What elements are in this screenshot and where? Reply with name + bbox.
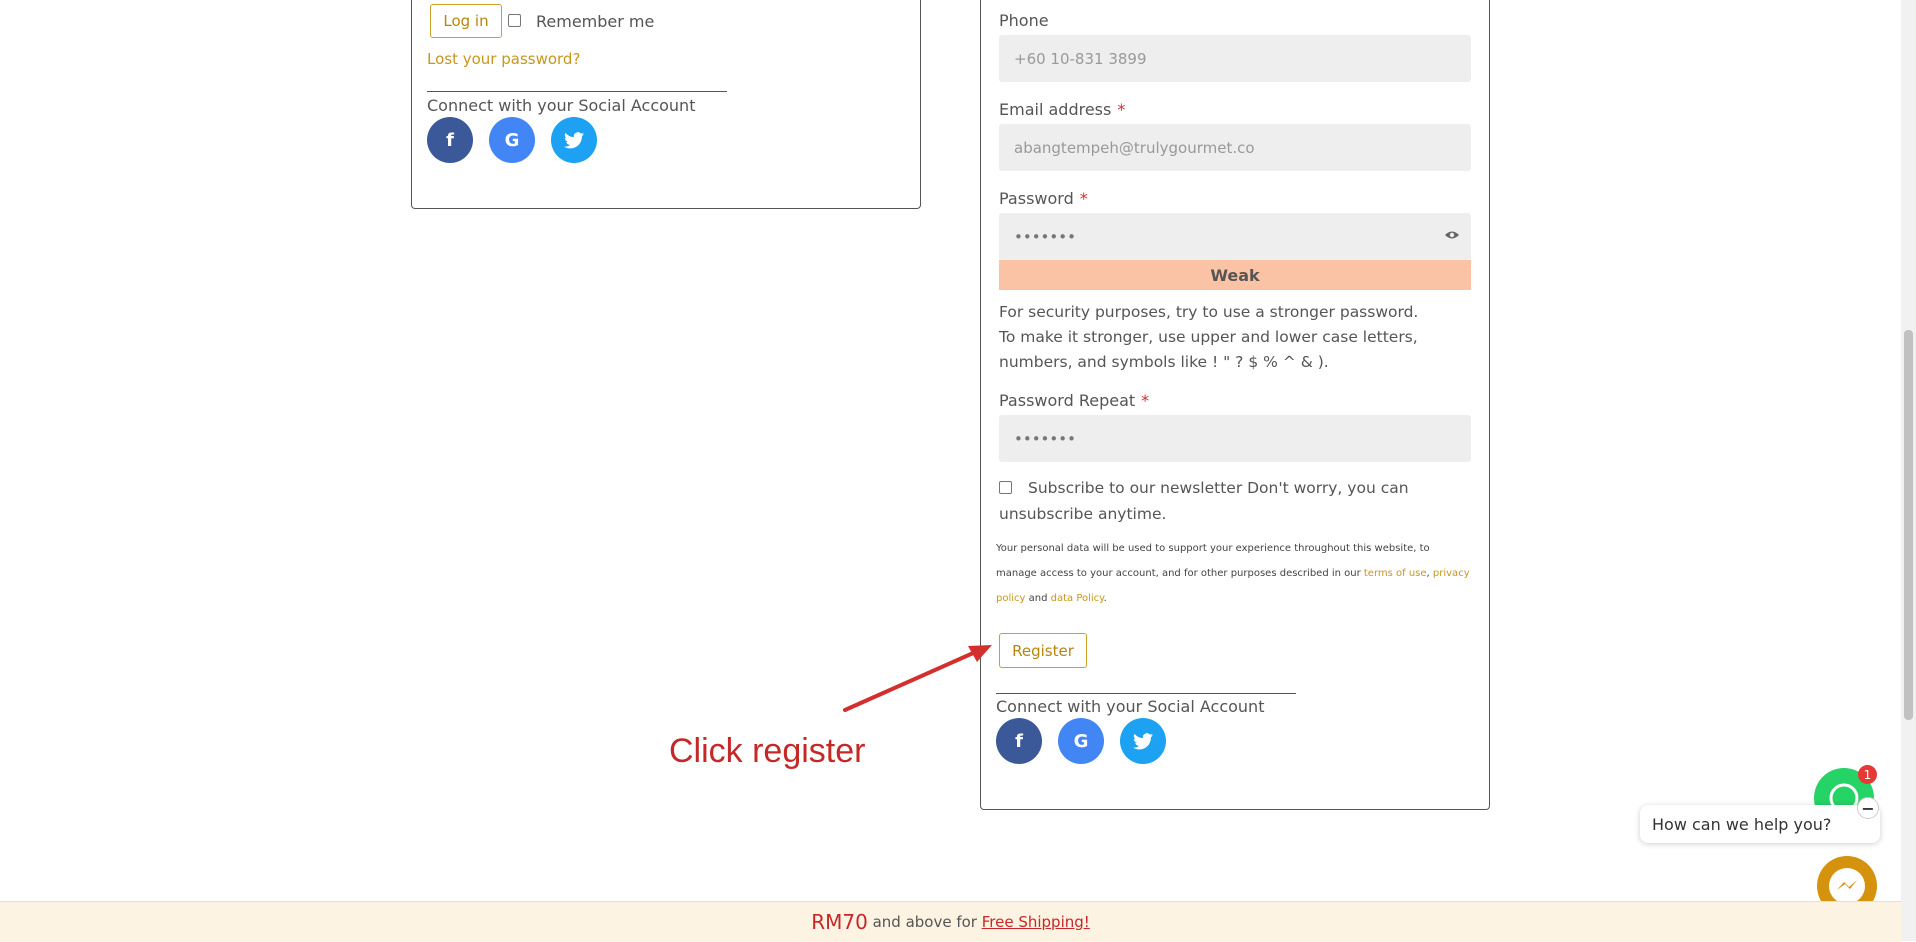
data-policy-link[interactable]: data Policy — [1051, 593, 1104, 604]
login-button[interactable]: Log in — [430, 4, 502, 38]
email-input[interactable]: abangtempeh@trulygourmet.co — [999, 124, 1471, 171]
register-button[interactable]: Register — [999, 633, 1087, 668]
google-icon: G — [1073, 730, 1089, 752]
email-label-text: Email address — [999, 100, 1112, 119]
privacy-notice: Your personal data will be used to suppo… — [996, 536, 1476, 611]
register-google-button[interactable]: G — [1058, 718, 1104, 764]
password-hint-line-3: numbers, and symbols like ! " ? $ % ^ & … — [999, 353, 1329, 371]
password-repeat-label-text: Password Repeat — [999, 391, 1136, 410]
twitter-icon — [1133, 732, 1153, 749]
register-facebook-button[interactable]: f — [996, 718, 1042, 764]
password-hint: For security purposes, try to use a stro… — [999, 300, 1418, 375]
google-icon: G — [504, 129, 520, 151]
phone-input[interactable]: +60 10-831 3899 — [999, 35, 1471, 82]
phone-label: Phone — [999, 11, 1049, 30]
lost-password-link[interactable]: Lost your password? — [427, 50, 580, 68]
password-hint-line-1: For security purposes, try to use a stro… — [999, 303, 1419, 321]
privacy-line-3: policy and data Policy. — [996, 586, 1476, 611]
whatsapp-badge: 1 — [1858, 765, 1877, 784]
annotation-arrow — [843, 645, 992, 712]
privacy-policy-link-part2[interactable]: policy — [996, 593, 1025, 604]
privacy-policy-link-part1[interactable]: privacy — [1433, 568, 1470, 579]
privacy-and: and — [1025, 593, 1051, 604]
shipping-middle-text: and above for — [867, 913, 982, 931]
password-required-mark: * — [1079, 189, 1088, 208]
annotation-text: Click register — [669, 732, 866, 770]
password-label-text: Password — [999, 189, 1074, 208]
remember-me-label: Remember me — [536, 12, 655, 31]
password-repeat-input[interactable]: ••••••• — [999, 415, 1471, 462]
privacy-line-1: Your personal data will be used to suppo… — [996, 543, 1430, 554]
password-label: Password * — [999, 189, 1088, 208]
newsletter-label: Subscribe to our newsletter Don't worry,… — [999, 475, 1469, 527]
email-required-mark: * — [1117, 100, 1126, 119]
chat-minimize-button[interactable]: − — [1857, 797, 1879, 819]
scrollbar-thumb[interactable] — [1904, 330, 1913, 720]
login-facebook-button[interactable]: f — [427, 117, 473, 163]
twitter-icon — [564, 131, 584, 148]
remember-me-checkbox[interactable] — [508, 14, 521, 27]
terms-of-use-link[interactable]: terms of use — [1364, 568, 1427, 579]
password-value: ••••••• — [1014, 227, 1076, 246]
privacy-line-2-text: manage access to your account, and for o… — [996, 568, 1364, 579]
shipping-price: RM70 — [811, 910, 868, 934]
chat-bubble[interactable]: How can we help you? — [1640, 805, 1880, 843]
login-social-divider — [427, 91, 727, 92]
password-hint-line-2: To make it stronger, use upper and lower… — [999, 328, 1418, 346]
register-social-divider — [996, 693, 1296, 694]
email-label: Email address * — [999, 100, 1125, 119]
register-social-heading: Connect with your Social Account — [996, 697, 1265, 716]
login-twitter-button[interactable] — [551, 117, 597, 163]
newsletter-line-1: Subscribe to our newsletter Don't worry,… — [1028, 479, 1409, 497]
password-repeat-value: ••••••• — [1014, 429, 1076, 448]
free-shipping-link[interactable]: Free Shipping! — [982, 913, 1090, 931]
register-twitter-button[interactable] — [1120, 718, 1166, 764]
privacy-end: . — [1103, 593, 1107, 604]
password-input[interactable]: ••••••• — [999, 213, 1471, 260]
password-strength-meter: Weak — [999, 260, 1471, 290]
password-repeat-label: Password Repeat * — [999, 391, 1149, 410]
shipping-banner: RM70 and above for Free Shipping! — [0, 901, 1901, 942]
login-social-heading: Connect with your Social Account — [427, 96, 696, 115]
privacy-line-2: manage access to your account, and for o… — [996, 561, 1476, 586]
chat-bubble-text: How can we help you? — [1652, 814, 1832, 834]
facebook-icon: f — [446, 129, 454, 151]
login-google-button[interactable]: G — [489, 117, 535, 163]
eye-icon[interactable] — [1444, 229, 1460, 241]
facebook-icon: f — [1015, 730, 1023, 752]
newsletter-line-2: unsubscribe anytime. — [999, 505, 1167, 523]
password-repeat-required-mark: * — [1141, 391, 1150, 410]
